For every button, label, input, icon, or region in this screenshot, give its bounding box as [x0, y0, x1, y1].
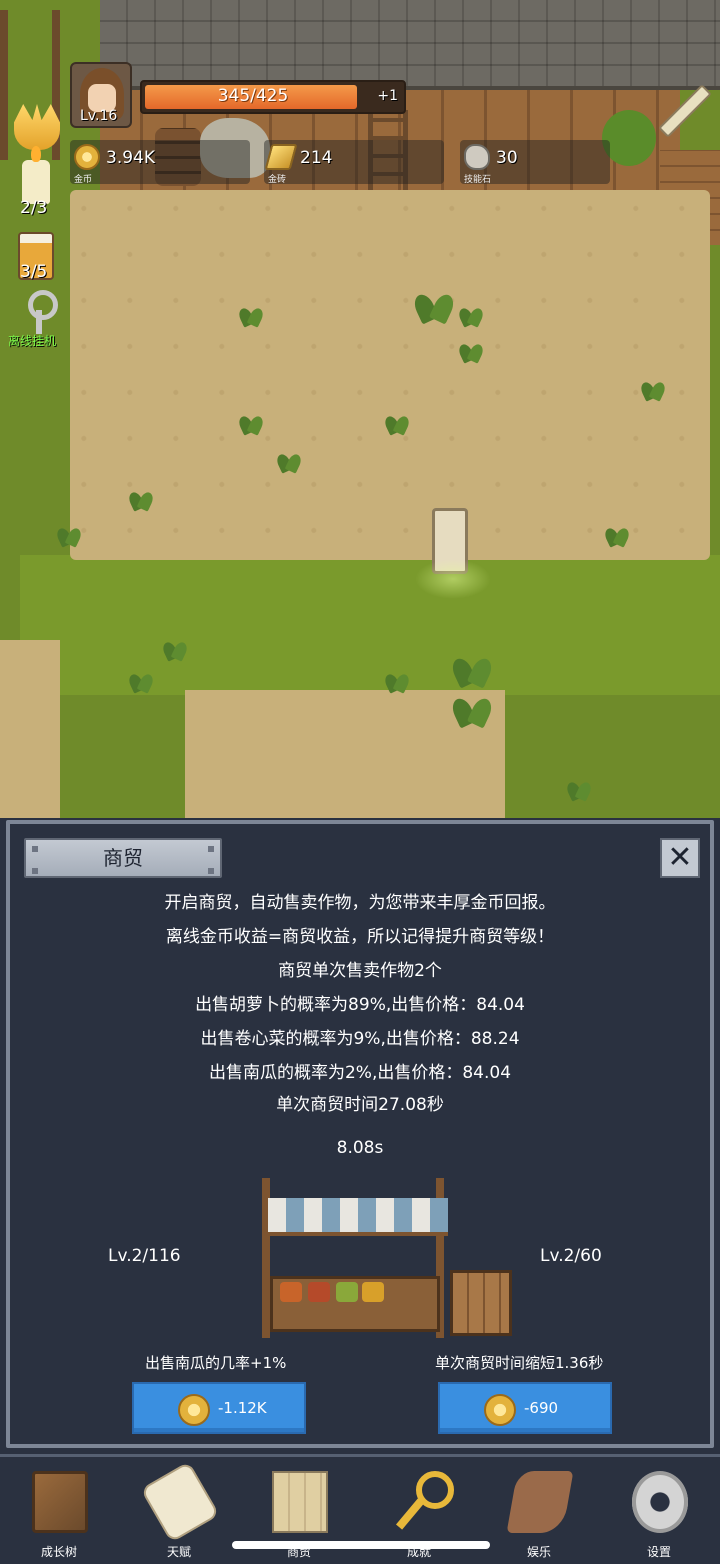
skill-stone-value: 30	[496, 148, 518, 168]
skill-stone-caption: 技能石	[464, 175, 492, 185]
gold-brick-value: 214	[300, 148, 333, 168]
gold-value: 3.94K	[106, 148, 155, 168]
desc-line: 离线金币收益=商贸收益，所以记得提升商贸等级！	[165, 927, 555, 947]
gold-coin-icon	[178, 1394, 210, 1426]
crop-sprout[interactable]	[128, 488, 154, 510]
nav-label: 设置	[646, 1545, 671, 1559]
nav-label: 天赋	[166, 1545, 191, 1559]
nav-entertainment[interactable]: 娱乐	[494, 1467, 584, 1563]
crop-sprout[interactable]	[604, 524, 630, 546]
crop-sprout[interactable]	[276, 450, 302, 472]
nav-settings[interactable]: 设置	[614, 1467, 704, 1563]
right-upgrade-level: Lv.2/60	[540, 1246, 602, 1266]
nav-talent[interactable]: 天赋	[134, 1461, 224, 1563]
nav-label: 成长树	[40, 1545, 77, 1559]
grass-area	[20, 555, 720, 695]
player-level: Lv.16	[80, 108, 118, 124]
home-indicator[interactable]	[232, 1541, 490, 1549]
crop-sprout[interactable]	[458, 304, 484, 326]
candle-count: 2/3	[20, 198, 48, 218]
upgrade-cost: -690	[524, 1399, 559, 1417]
gold-coin-icon	[74, 144, 100, 170]
scarecrow[interactable]	[415, 508, 491, 599]
gold-brick-icon	[264, 144, 298, 170]
panel-title: 商贸	[24, 838, 222, 878]
upgrade-cost: -1.12K	[218, 1399, 267, 1417]
desc-line: 单次商贸时间27.08秒	[276, 1095, 444, 1115]
skill-stone-icon	[464, 144, 490, 170]
market-stall-image	[228, 1178, 514, 1340]
key-icon	[392, 1471, 454, 1533]
right-upgrade-label: 单次商贸时间缩短1.36秒	[435, 1354, 604, 1372]
crop-sprout[interactable]	[56, 524, 82, 546]
desc-line: 出售南瓜的概率为2%,出售价格：84.04	[208, 1063, 512, 1083]
gold-caption: 金币	[74, 175, 93, 185]
crop-sprout[interactable]	[384, 412, 410, 434]
crop-sprout[interactable]	[128, 670, 154, 692]
gold-resource: 3.94K 金币	[70, 140, 250, 185]
barn-roof	[100, 0, 720, 90]
desc-line: 商贸单次售卖作物2个	[278, 961, 442, 981]
skill-stone-resource: 30 技能石	[460, 140, 610, 185]
crop-sprout[interactable]	[238, 412, 264, 434]
upgrade-sell-chance-button[interactable]: -1.12K	[132, 1382, 306, 1434]
gold-brick-caption: 金砖	[268, 175, 287, 185]
fun-icon	[506, 1471, 574, 1533]
map-icon	[272, 1471, 328, 1533]
desc-line: 开启商贸，自动售卖作物，为您带来丰厚金币回报。	[164, 893, 556, 913]
close-icon: ✕	[667, 840, 693, 875]
key-icon[interactable]	[24, 290, 58, 336]
stall-awning	[268, 1198, 448, 1236]
crop-sprout[interactable]	[566, 778, 592, 800]
crown-icon[interactable]	[14, 104, 60, 150]
afk-label[interactable]: 离线挂机	[8, 332, 56, 349]
bush	[602, 110, 656, 166]
desc-line: 出售卷心菜的概率为9%,出售价格：88.24	[200, 1029, 520, 1049]
farm-field-left	[0, 640, 60, 818]
hp-text: 345/425	[217, 86, 289, 106]
gold-brick-resource: 214 金砖	[264, 140, 444, 185]
trade-timer: 8.08s	[336, 1138, 384, 1158]
desc-line: 出售胡萝卜的概率为89%,出售价格：84.04	[195, 995, 525, 1015]
crop-sprout[interactable]	[458, 340, 484, 362]
carrot-crop[interactable]	[452, 690, 492, 726]
carrot-crop[interactable]	[414, 286, 454, 322]
crop-sprout[interactable]	[238, 304, 264, 326]
carrot-crop[interactable]	[452, 650, 492, 686]
stall-crate	[450, 1270, 512, 1336]
crop-sprout[interactable]	[384, 670, 410, 692]
trade-panel: 商贸 ✕ 开启商贸，自动售卖作物，为您带来丰厚金币回报。 离线金币收益=商贸收益…	[6, 820, 714, 1448]
close-button[interactable]: ✕	[660, 838, 700, 878]
left-upgrade-level: Lv.2/116	[108, 1246, 181, 1266]
hp-bonus: +1	[377, 88, 398, 104]
nav-growth-tree[interactable]: 成长树	[14, 1467, 104, 1563]
book-icon	[32, 1471, 88, 1533]
hp-bar: 345/425 +1	[140, 80, 406, 114]
beer-count: 3/5	[20, 262, 48, 282]
scroll-icon	[140, 1461, 220, 1543]
nav-label: 娱乐	[526, 1545, 551, 1559]
upgrade-trade-time-button[interactable]: -690	[438, 1382, 612, 1434]
farm-field	[70, 190, 710, 560]
crop-sprout[interactable]	[640, 378, 666, 400]
game-world: Lv.16 345/425 +1 3.94K 金币 214 金砖 30 技能石 …	[0, 0, 720, 818]
left-upgrade-label: 出售南瓜的几率+1%	[145, 1354, 287, 1372]
gear-icon	[632, 1471, 688, 1533]
crop-sprout[interactable]	[162, 638, 188, 660]
gold-coin-icon	[484, 1394, 516, 1426]
